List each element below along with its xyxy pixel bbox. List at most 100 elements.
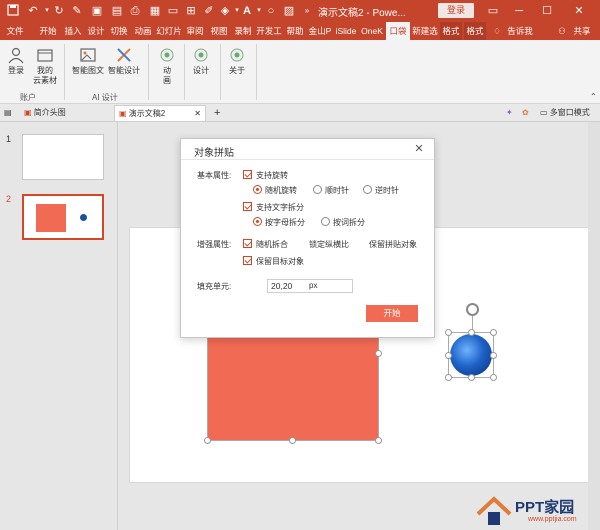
resize-handle[interactable]: [490, 329, 497, 336]
tab-onekey[interactable]: OneK: [360, 22, 384, 40]
design-button[interactable]: 设计: [190, 46, 212, 76]
resize-handle[interactable]: [375, 350, 382, 357]
table-icon[interactable]: ▦: [148, 4, 162, 18]
tab-design[interactable]: 设计: [86, 22, 106, 40]
smart-design-label: 智能设计: [108, 66, 140, 75]
slide-thumbnail-2[interactable]: [22, 194, 104, 240]
smart-pic-button[interactable]: 智能图文: [70, 46, 106, 76]
qat-more-icon[interactable]: »: [300, 4, 314, 18]
undo-icon[interactable]: ↶: [26, 4, 40, 18]
tab-format-1[interactable]: 格式: [440, 22, 462, 40]
animation-button[interactable]: 动 画: [156, 46, 178, 86]
tab-new-group[interactable]: 新建选: [412, 22, 438, 40]
tools-icon[interactable]: ✦: [506, 105, 518, 121]
resize-handle[interactable]: [468, 374, 475, 381]
close-icon[interactable]: ✕: [570, 2, 588, 20]
tab-view[interactable]: 视图: [208, 22, 230, 40]
design-icon: [194, 48, 208, 62]
tab-transitions[interactable]: 切换: [108, 22, 130, 40]
picture-icon[interactable]: ▨: [282, 4, 296, 18]
about-button[interactable]: 关于: [226, 46, 248, 76]
eyedropper-icon[interactable]: ✐: [202, 4, 216, 18]
doc-tab-close-icon[interactable]: ✕: [194, 106, 201, 122]
resize-handle[interactable]: [468, 329, 475, 336]
resize-handle[interactable]: [204, 437, 211, 444]
tab-animations[interactable]: 动画: [132, 22, 154, 40]
my-cloud-button[interactable]: 我的 云素材: [30, 46, 60, 86]
maximize-icon[interactable]: ☐: [538, 2, 556, 20]
settings-icon[interactable]: ✿: [522, 105, 534, 121]
ribbon-separator: [184, 44, 185, 100]
support-text-split-checkbox[interactable]: [243, 202, 252, 211]
share-icon[interactable]: ⚇: [556, 22, 568, 40]
resize-handle[interactable]: [490, 374, 497, 381]
open-file-icon[interactable]: ▤: [110, 4, 124, 18]
print-icon[interactable]: ⎙: [128, 4, 142, 18]
split-by-word-radio[interactable]: [321, 217, 330, 226]
lightbulb-icon[interactable]: ♢: [490, 22, 504, 40]
tab-slideshow[interactable]: 幻灯片: [156, 22, 182, 40]
format-painter-icon[interactable]: ✎: [70, 4, 84, 18]
design-label: 设计: [193, 66, 209, 75]
split-by-letter-radio[interactable]: [253, 217, 262, 226]
keep-target-checkbox[interactable]: [243, 256, 252, 265]
multi-window-button[interactable]: ▭ 多窗口模式: [540, 105, 590, 121]
my-cloud-label-2: 云素材: [33, 76, 57, 85]
slide-thumbnail-1[interactable]: [22, 134, 104, 180]
tab-home[interactable]: 开始: [36, 22, 60, 40]
tell-me-box[interactable]: 告诉我: [506, 22, 534, 40]
resize-handle[interactable]: [289, 437, 296, 444]
ribbon-separator: [220, 44, 221, 100]
multi-window-icon: ▭: [540, 108, 548, 117]
ribbon-body: 登录 我的 云素材 账户 智能图文 智能设计 AI 设计 动 画 设计 关于 ⌃: [0, 40, 600, 104]
fill-unit-suffix: px: [309, 281, 318, 290]
collapse-ribbon-icon[interactable]: ⌃: [590, 92, 597, 101]
tab-jinshan[interactable]: 金山P: [308, 22, 332, 40]
lock-ratio-label[interactable]: 锁定纵横比: [309, 239, 349, 250]
tab-format-2[interactable]: 格式: [464, 22, 486, 40]
resize-handle[interactable]: [375, 437, 382, 444]
tab-islide[interactable]: iSlide: [334, 22, 358, 40]
login-button[interactable]: 登录: [438, 3, 474, 18]
redo-icon[interactable]: ↻: [52, 4, 66, 18]
present-icon[interactable]: ▭: [166, 4, 180, 18]
shape-icon[interactable]: ○: [264, 4, 278, 18]
resize-handle[interactable]: [445, 352, 452, 359]
ribbon-separator: [148, 44, 149, 100]
minimize-icon[interactable]: ─: [510, 2, 528, 20]
doc-tab-presentation2[interactable]: ▣ 演示文稿2 ✕: [114, 105, 206, 121]
ribbon-display-icon[interactable]: ▭: [484, 2, 502, 20]
new-tab-button[interactable]: +: [214, 105, 226, 121]
vertical-scrollbar[interactable]: [588, 122, 600, 530]
resize-handle[interactable]: [445, 374, 452, 381]
random-split-checkbox[interactable]: [243, 239, 252, 248]
new-slide-icon[interactable]: ▣: [90, 4, 104, 18]
resize-handle[interactable]: [445, 329, 452, 336]
start-button[interactable]: 开始: [366, 305, 418, 322]
tab-insert[interactable]: 插入: [62, 22, 84, 40]
globe-shape[interactable]: [450, 334, 492, 376]
counter-clockwise-radio[interactable]: [363, 185, 372, 194]
login-ribbon-button[interactable]: 登录: [4, 46, 28, 76]
support-rotate-label: 支持旋转: [256, 171, 288, 180]
tab-pocket[interactable]: 口袋: [386, 22, 410, 40]
doc-tab-intro[interactable]: ▣ 简介头图: [20, 105, 66, 121]
smart-pic-icon: [80, 48, 96, 62]
keep-collage-label[interactable]: 保留拼贴对象: [369, 239, 417, 250]
resize-handle[interactable]: [490, 352, 497, 359]
clockwise-radio[interactable]: [313, 185, 322, 194]
save-icon[interactable]: [6, 4, 20, 18]
random-rotate-radio[interactable]: [253, 185, 262, 194]
tab-file[interactable]: 文件: [4, 22, 26, 40]
support-rotate-checkbox[interactable]: [243, 170, 252, 179]
tab-review[interactable]: 审阅: [184, 22, 206, 40]
dialog-close-icon[interactable]: ✕: [412, 142, 426, 156]
tab-record[interactable]: 录制: [232, 22, 254, 40]
ribbon-separator: [64, 44, 65, 100]
tab-developer[interactable]: 开发工: [256, 22, 282, 40]
share-button[interactable]: 共享: [570, 22, 594, 40]
tab-help[interactable]: 帮助: [284, 22, 306, 40]
rotate-handle-icon[interactable]: [466, 303, 479, 316]
align-icon[interactable]: ⊞: [184, 4, 198, 18]
smart-design-button[interactable]: 智能设计: [106, 46, 142, 76]
